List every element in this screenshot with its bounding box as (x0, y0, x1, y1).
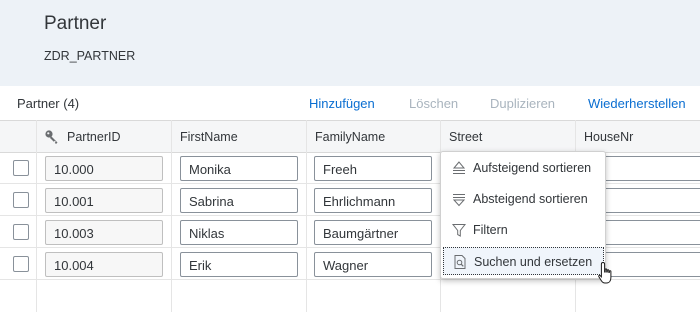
familyname-input[interactable]: Wagner (314, 252, 432, 277)
menu-item-filter[interactable]: Filtern (443, 216, 604, 244)
duplicate-button[interactable]: Duplizieren (490, 96, 555, 111)
add-button[interactable]: Hinzufügen (309, 96, 375, 111)
firstname-input[interactable]: Monika (180, 156, 298, 181)
column-context-menu: Aufsteigend sortieren Absteigend sortier… (440, 151, 606, 279)
menu-item-label: Filtern (473, 223, 508, 237)
partnerid-field[interactable]: 10.001 (45, 188, 163, 213)
firstname-input[interactable]: Niklas (180, 220, 298, 245)
table-header-row: PartnerID FirstName FamilyName Street Ho… (0, 120, 700, 153)
menu-item-label: Aufsteigend sortieren (473, 161, 592, 175)
restore-button[interactable]: Wiederherstellen (588, 96, 686, 111)
filter-icon (451, 222, 467, 238)
page-header: Partner ZDR_PARTNER (0, 0, 700, 86)
table-count-title: Partner (4) (17, 96, 80, 111)
familyname-input[interactable]: Baumgärtner (314, 220, 432, 245)
row-select-checkbox[interactable] (13, 160, 29, 176)
table-toolbar: Partner (4) Hinzufügen Löschen Duplizier… (0, 86, 700, 120)
sort-ascending-icon (451, 160, 467, 176)
familyname-input[interactable]: Ehrlichmann (314, 188, 432, 213)
page-subtitle: ZDR_PARTNER (44, 49, 136, 63)
row-select-checkbox[interactable] (13, 192, 29, 208)
partnerid-field[interactable]: 10.003 (45, 220, 163, 245)
hand-pointer-icon (597, 261, 617, 287)
familyname-input[interactable]: Freeh (314, 156, 432, 181)
partnerid-field[interactable]: 10.004 (45, 252, 163, 277)
row-select-checkbox[interactable] (13, 224, 29, 240)
find-replace-icon (452, 254, 468, 270)
column-header-partnerid[interactable]: PartnerID (67, 130, 121, 144)
menu-item-sort-ascending[interactable]: Aufsteigend sortieren (443, 154, 604, 182)
column-header-street[interactable]: Street (449, 130, 482, 144)
key-icon (44, 129, 60, 145)
firstname-input[interactable]: Erik (180, 252, 298, 277)
partnerid-field[interactable]: 10.000 (45, 156, 163, 181)
delete-button[interactable]: Löschen (409, 96, 458, 111)
menu-item-sort-descending[interactable]: Absteigend sortieren (443, 185, 604, 213)
sort-descending-icon (451, 191, 467, 207)
column-header-familyname[interactable]: FamilyName (315, 130, 385, 144)
column-header-housenr[interactable]: HouseNr (584, 130, 633, 144)
menu-item-label: Absteigend sortieren (473, 192, 588, 206)
row-select-checkbox[interactable] (13, 256, 29, 272)
page-title: Partner (44, 13, 107, 34)
menu-item-find-replace[interactable]: Suchen und ersetzen (443, 247, 604, 275)
firstname-input[interactable]: Sabrina (180, 188, 298, 213)
column-header-firstname[interactable]: FirstName (180, 130, 238, 144)
menu-item-label: Suchen und ersetzen (474, 255, 593, 269)
